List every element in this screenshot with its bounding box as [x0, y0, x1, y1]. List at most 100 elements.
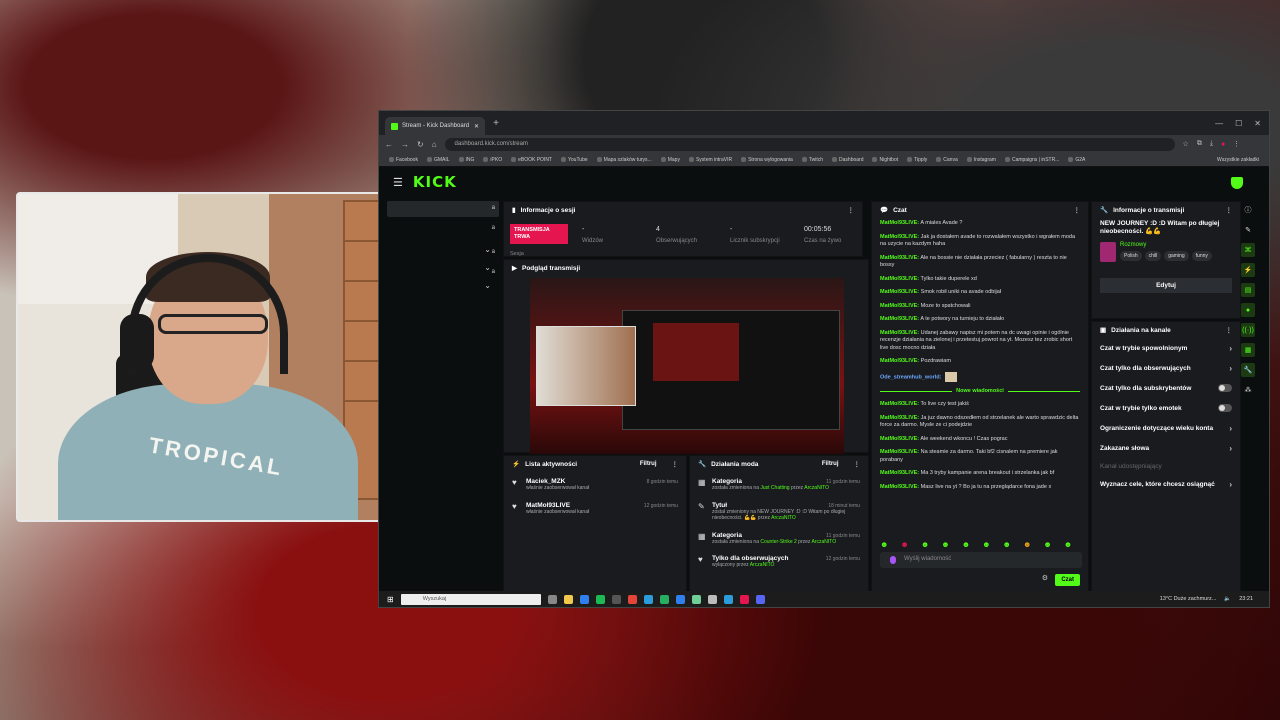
url-field[interactable]: dashboard.kick.com/stream: [444, 137, 1175, 151]
chevron-right-icon[interactable]: ›: [1229, 480, 1232, 489]
chat-settings-icon[interactable]: ⚙: [1042, 574, 1048, 582]
chat-username[interactable]: MatMol93LIVE:: [880, 415, 919, 421]
more-options-icon[interactable]: ⋮: [1226, 206, 1233, 214]
broadcast-icon[interactable]: ((·)): [1241, 323, 1255, 337]
bookmark-item[interactable]: iPKO: [483, 157, 502, 163]
clipboard-icon[interactable]: ▤: [1241, 283, 1255, 297]
channel-action-item[interactable]: Czat tylko dla subskrybentów: [1092, 378, 1240, 398]
obs-icon[interactable]: [611, 594, 621, 604]
chat-username[interactable]: MatMol93LIVE:: [880, 470, 919, 476]
emote-icon[interactable]: ☻: [962, 540, 970, 549]
info-icon[interactable]: ⓘ: [1241, 203, 1255, 217]
more-options-icon[interactable]: ⋮: [672, 460, 679, 468]
app-icon[interactable]: [707, 594, 717, 604]
emote-icon[interactable]: ☻: [1003, 540, 1011, 549]
bookmark-item[interactable]: Facebook: [389, 157, 418, 163]
discord-icon[interactable]: [755, 594, 765, 604]
browser-tab[interactable]: Stream - Kick Dashboard ✕: [385, 117, 485, 135]
emote-icon[interactable]: ☻: [921, 540, 929, 549]
bookmark-item[interactable]: eBOOK POINT: [511, 157, 552, 163]
emote-icon[interactable]: ☻: [1023, 540, 1031, 549]
bookmark-item[interactable]: Mapa szlaków turys...: [596, 157, 652, 163]
bookmark-item[interactable]: Strona wylogowania: [741, 157, 793, 163]
chat-username[interactable]: MatMol93LIVE:: [880, 289, 919, 295]
close-window-icon[interactable]: ✕: [1254, 119, 1261, 128]
bookmark-item[interactable]: Canva: [936, 157, 958, 163]
chrome-icon[interactable]: [627, 594, 637, 604]
mod-action-by[interactable]: ArczaNITO: [804, 485, 829, 491]
hamburger-menu-icon[interactable]: ☰: [393, 176, 403, 189]
chat-username[interactable]: MatMol93LIVE:: [880, 358, 919, 364]
chat-username[interactable]: MatMol93LIVE:: [880, 484, 919, 490]
channel-action-item[interactable]: Czat tylko dla obserwujących ›: [1092, 358, 1240, 378]
filter-button[interactable]: Filtruj: [640, 461, 657, 467]
more-options-icon[interactable]: ⋮: [848, 206, 855, 214]
sidebar-item[interactable]: a: [387, 221, 499, 237]
chevron-right-icon[interactable]: ›: [1229, 364, 1232, 373]
channel-action-item[interactable]: Czat w trybie tylko emotek: [1092, 398, 1240, 418]
chat-input[interactable]: Wyślij wiadomość: [880, 552, 1082, 568]
bookmark-all[interactable]: Wszystkie zakładki: [1217, 157, 1259, 163]
clock[interactable]: 23:21: [1239, 596, 1253, 602]
bookmark-item[interactable]: G2A: [1068, 157, 1085, 163]
profile-avatar[interactable]: ●: [1221, 141, 1225, 148]
chat-username[interactable]: MatMol93LIVE:: [880, 234, 919, 240]
chat-username[interactable]: MatMol93LIVE:: [880, 316, 919, 322]
bookmark-item[interactable]: Mapy: [660, 157, 680, 163]
emote-icon[interactable]: ☻: [900, 540, 908, 549]
maximize-icon[interactable]: ☐: [1235, 119, 1242, 128]
chat-username[interactable]: MatMol93LIVE:: [880, 276, 919, 282]
chevron-down-icon[interactable]: ⌄: [484, 245, 491, 254]
back-icon[interactable]: ←: [385, 140, 393, 149]
app-icon[interactable]: [675, 594, 685, 604]
windows-start-icon[interactable]: ⊞: [387, 595, 394, 604]
emote-icon[interactable]: ☻: [941, 540, 949, 549]
taskbar-search[interactable]: Wyszukaj: [400, 593, 541, 605]
emote-icon[interactable]: ☻: [880, 540, 888, 549]
volume-icon[interactable]: 🔈: [1224, 596, 1231, 602]
chat-username[interactable]: MatMol93LIVE:: [880, 436, 919, 442]
toggle-switch[interactable]: [1218, 404, 1232, 412]
chevron-down-icon[interactable]: ⌄: [484, 281, 491, 290]
extensions-icon[interactable]: ⧉: [1197, 140, 1202, 148]
chat-username[interactable]: MatMol93LIVE:: [880, 401, 919, 407]
mod-action-by[interactable]: ArczaNITO: [812, 539, 837, 545]
stream-preview-video[interactable]: [530, 278, 844, 454]
toggle-switch[interactable]: [1218, 384, 1232, 392]
plugin-icon[interactable]: ⁂: [1241, 383, 1255, 397]
app-icon[interactable]: [643, 594, 653, 604]
chevron-right-icon[interactable]: ›: [1229, 444, 1232, 453]
bookmark-item[interactable]: ING: [458, 157, 474, 163]
home-icon[interactable]: ⌂: [432, 140, 437, 149]
bookmark-item[interactable]: GMAIL: [426, 157, 450, 163]
bookmark-item[interactable]: Tipply: [907, 157, 927, 163]
send-chat-button[interactable]: Czat: [1055, 574, 1080, 586]
download-icon[interactable]: ⤓: [1210, 140, 1213, 148]
app-icon[interactable]: [739, 594, 749, 604]
wrench-icon[interactable]: 🔧: [1241, 363, 1255, 377]
sidebar-item[interactable]: a: [387, 265, 499, 281]
mod-action-by[interactable]: ArczaNITO: [771, 515, 796, 521]
mod-action-by[interactable]: ArczaNITO: [750, 562, 775, 568]
kick-logo[interactable]: KICK: [413, 173, 457, 191]
forward-icon[interactable]: →: [401, 140, 409, 149]
bookmark-item[interactable]: Dashboard: [832, 157, 863, 163]
chat-username[interactable]: MatMol93LIVE:: [880, 220, 919, 226]
pencil-icon[interactable]: ✎: [1241, 223, 1255, 237]
chat-username[interactable]: MatMol93LIVE:: [880, 330, 919, 336]
category-name[interactable]: Rozmowy: [1120, 242, 1212, 248]
file-explorer-icon[interactable]: [563, 594, 573, 604]
weather-text[interactable]: 13°C Duże zachmurz...: [1160, 596, 1217, 602]
sidebar-item[interactable]: a: [387, 201, 499, 217]
photoshop-icon[interactable]: [723, 594, 733, 604]
emote-icon[interactable]: ☻: [1064, 540, 1072, 549]
tools-icon[interactable]: ▦: [1241, 343, 1255, 357]
app-icon[interactable]: [691, 594, 701, 604]
bookmark-item[interactable]: System intraVIR: [688, 157, 732, 163]
outlook-icon[interactable]: [579, 594, 589, 604]
bookmark-item[interactable]: Campaigns | inSTR...: [1004, 157, 1059, 163]
minimize-icon[interactable]: —: [1215, 119, 1223, 128]
bolt-icon[interactable]: ⚡: [1241, 263, 1255, 277]
game-icon[interactable]: ⌘: [1241, 243, 1255, 257]
chat-bubble-icon[interactable]: ●: [1241, 303, 1255, 317]
